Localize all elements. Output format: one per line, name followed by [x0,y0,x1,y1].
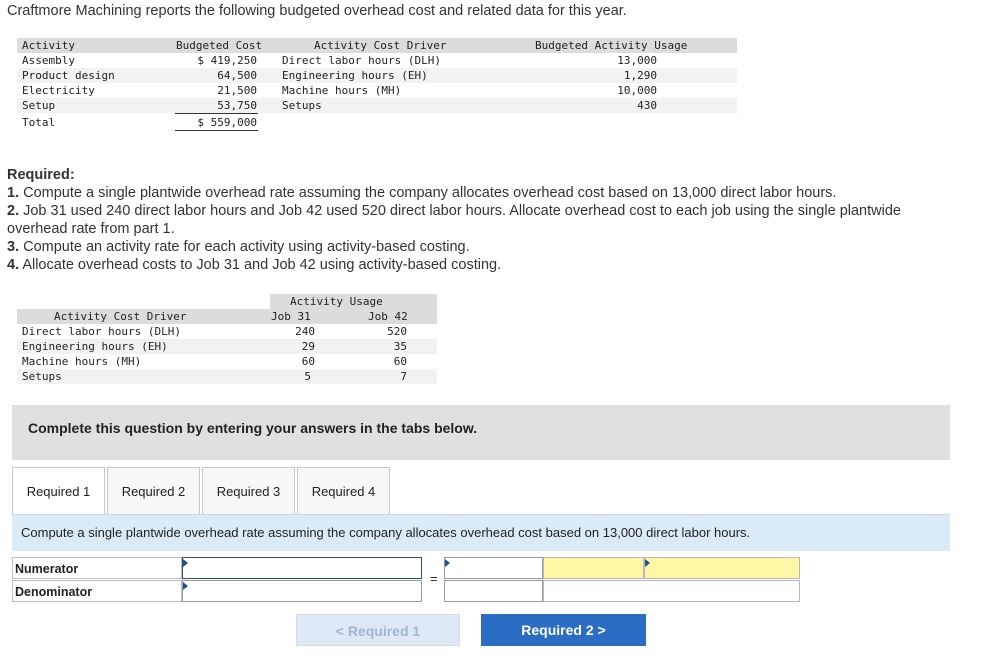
row-cost: $ 419,250 [197,54,257,67]
header-activity: Activity [22,39,75,52]
usage-job42: 35 [393,340,407,353]
banner-text: Complete this question by entering your … [28,420,478,436]
driver-header: Activity Cost Driver [54,310,187,323]
input-marker-icon [183,582,188,590]
prev-required-1-button[interactable]: < Required 1 [296,614,460,646]
tab-panel-instruction: Compute a single plantwide overhead rate… [12,514,950,551]
denominator-input[interactable] [182,580,422,602]
row-activity: Electricity [22,84,95,97]
numerator-input[interactable] [182,557,422,579]
equals-sign: = [430,571,438,586]
row-cost: 21,500 [217,84,257,97]
required-item-3: 3. Compute an activity rate for each act… [7,239,470,255]
row-activity: Product design [22,69,115,82]
row-cost: 53,750 [217,99,257,112]
input-marker-icon [645,559,650,567]
usage-job31: 5 [304,370,311,383]
total-double-underline [175,130,258,131]
rate-input-bottom[interactable] [444,580,543,602]
row-usage: 1,290 [623,69,657,82]
panel-instruction-text: Compute a single plantwide overhead rate… [21,525,751,540]
input-marker-icon [445,559,450,567]
required-item-2: 2. Job 31 used 240 direct labor hours an… [7,203,901,237]
tab-required-3[interactable]: Required 3 [202,467,295,514]
required-title: Required: [7,167,75,183]
usage-driver: Engineering hours (EH) [22,340,168,353]
intro-text: Craftmore Machining reports the followin… [7,3,627,19]
total-underline [175,113,258,114]
row-driver: Setups [282,99,322,112]
rate-unit-cell[interactable] [644,557,800,579]
usage-job42: 520 [387,325,407,338]
row-usage: 13,000 [617,54,657,67]
row-driver: Machine hours (MH) [282,84,402,97]
usage-job31: 29 [301,340,315,353]
usage-job31: 60 [301,355,315,368]
usage-driver: Direct labor hours (DLH) [22,325,181,338]
next-required-2-button[interactable]: Required 2 > [481,614,646,646]
row-driver: Direct labor hours (DLH) [282,54,441,67]
answer-grid: Numerator Denominator = [12,557,800,604]
usage-driver: Setups [22,370,62,383]
row-usage: 10,000 [617,84,657,97]
row-cost: 64,500 [217,69,257,82]
row-activity: Assembly [22,54,75,67]
row-usage: 430 [637,99,657,112]
usage-driver: Machine hours (MH) [22,355,142,368]
tab-required-1[interactable]: Required 1 [12,467,105,516]
total-label: Total [22,116,56,129]
row-driver: Engineering hours (EH) [282,69,428,82]
rate-answer-cell[interactable] [543,557,644,579]
required-item-4: 4. Allocate overhead costs to Job 31 and… [7,257,502,273]
usage-job42: 60 [393,355,407,368]
rate-input-top[interactable] [444,557,543,579]
tab-required-2[interactable]: Required 2 [107,467,200,514]
job42-header: Job 42 [368,310,408,323]
numerator-label: Numerator [12,557,182,579]
tab-required-4[interactable]: Required 4 [297,467,390,514]
usage-job31: 240 [295,325,315,338]
required-item-1: 1. Compute a single plantwide overhead r… [7,185,837,201]
usage-job42: 7 [400,370,407,383]
job31-header: Job 31 [271,310,311,323]
header-budgeted-activity-usage: Budgeted Activity Usage [535,39,688,52]
row-activity: Setup [22,99,56,112]
total-value: $ 559,000 [197,116,257,129]
rate-lower-cell [543,580,800,602]
required-section: Required: 1. Compute a single plantwide … [7,166,947,274]
header-activity-cost-driver: Activity Cost Driver [314,39,447,52]
denominator-label: Denominator [12,580,182,602]
header-budgeted-cost: Budgeted Cost [176,39,263,52]
input-marker-icon [183,559,188,567]
activity-usage-header: Activity Usage [290,295,383,308]
instruction-banner: Complete this question by entering your … [12,405,950,460]
